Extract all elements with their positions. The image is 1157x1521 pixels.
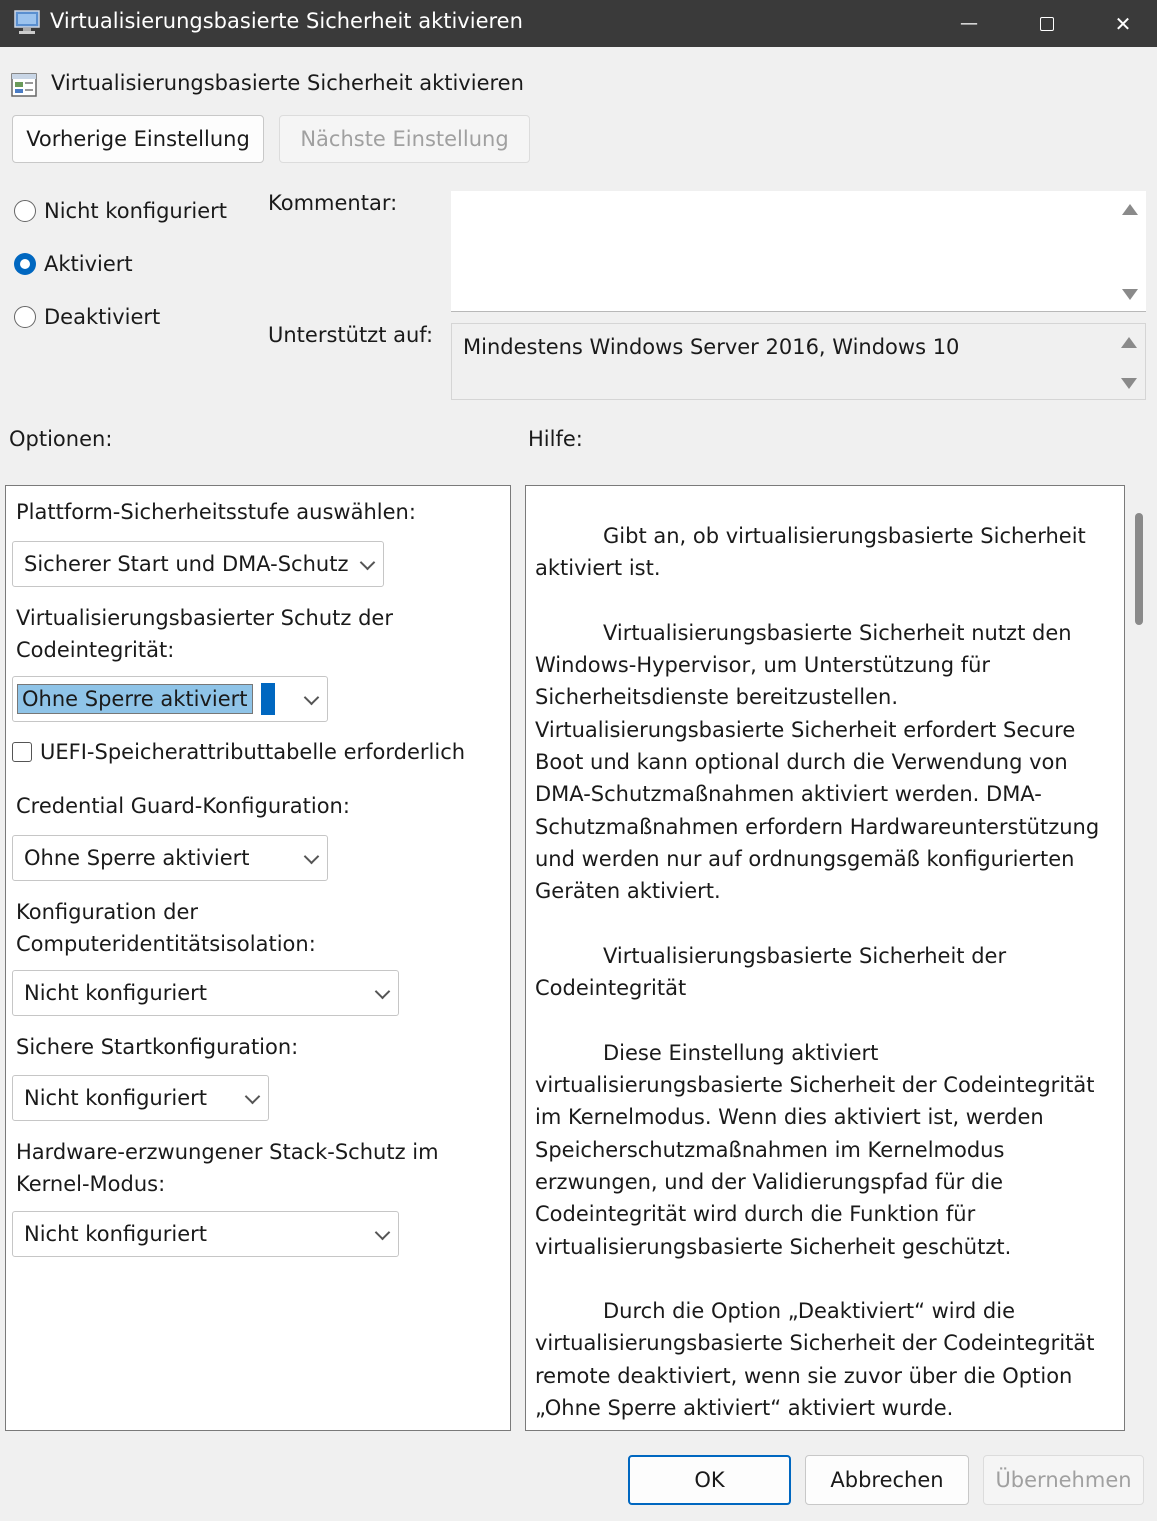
platform-security-dropdown[interactable]: Sicherer Start und DMA-Schutz (12, 541, 384, 587)
scroll-up-icon[interactable] (1122, 204, 1138, 215)
stack-protection-label: Hardware-erzwungener Stack-Schutz im Ker… (16, 1140, 439, 1196)
supported-on-field: Mindestens Windows Server 2016, Windows … (451, 323, 1146, 400)
title-bar: Virtualisierungsbasierte Sicherheit akti… (0, 0, 1157, 47)
radio-label: Deaktiviert (44, 305, 161, 329)
dropdown-value-selected: Ohne Sperre aktiviert (17, 684, 253, 714)
cancel-button[interactable]: Abbrechen (805, 1455, 969, 1505)
secure-launch-label: Sichere Startkonfiguration: (16, 1035, 299, 1059)
comment-textarea[interactable] (451, 191, 1146, 312)
selection-highlight (260, 683, 275, 715)
policy-setting-icon (10, 71, 38, 99)
radio-circle (14, 200, 36, 222)
machine-identity-label: Konfiguration der Computeridentitätsisol… (16, 900, 316, 956)
secure-launch-dropdown[interactable]: Nicht konfiguriert (12, 1075, 269, 1121)
scroll-down-icon[interactable] (1122, 289, 1138, 300)
apply-button[interactable]: Übernehmen (983, 1455, 1144, 1505)
options-panel: Plattform-Sicherheitsstufe auswählen: Si… (5, 485, 511, 1431)
policy-title: Virtualisierungsbasierte Sicherheit akti… (51, 71, 524, 95)
help-text: Gibt an, ob virtualisierungsbasierte Sic… (535, 520, 1105, 1430)
help-heading: Hilfe: (528, 427, 583, 451)
help-paragraph: Virtualisierungsbasierte Sicherheit der … (535, 943, 1007, 1001)
dropdown-value: Nicht konfiguriert (24, 1222, 208, 1246)
radio-circle-checked (14, 253, 36, 275)
scroll-up-icon[interactable] (1121, 337, 1137, 348)
code-integrity-dropdown[interactable]: Ohne Sperre aktiviert (12, 676, 328, 722)
radio-circle (14, 306, 36, 328)
scroll-down-icon[interactable] (1121, 378, 1137, 389)
options-heading: Optionen: (9, 427, 113, 451)
maximize-button[interactable] (1009, 0, 1085, 47)
help-paragraph: Diese Einstellung aktiviert virtualisier… (535, 1040, 1095, 1259)
chevron-down-icon (374, 983, 391, 1000)
close-button[interactable]: ✕ (1085, 0, 1157, 47)
supported-on-label: Unterstützt auf: (268, 323, 434, 347)
maximize-icon (1040, 16, 1054, 31)
chevron-down-icon (303, 689, 320, 706)
chevron-down-icon (374, 1224, 391, 1241)
previous-setting-button[interactable]: Vorherige Einstellung (12, 115, 264, 163)
radio-label: Aktiviert (44, 252, 133, 276)
radio-not-configured[interactable]: Nicht konfiguriert (14, 199, 227, 223)
help-paragraph: Gibt an, ob virtualisierungsbasierte Sic… (535, 524, 1086, 581)
radio-enabled[interactable]: Aktiviert (14, 252, 133, 276)
chevron-down-icon (244, 1088, 261, 1105)
uefi-checkbox[interactable]: UEFI-Speicherattributtabelle erforderlic… (12, 740, 465, 764)
ok-button[interactable]: OK (628, 1455, 791, 1505)
code-integrity-label: Virtualisierungsbasierter Schutz der Cod… (16, 606, 393, 662)
help-paragraph: Durch die Option „Deaktiviert“ wird die … (535, 1299, 1095, 1421)
dropdown-value: Ohne Sperre aktiviert (24, 846, 250, 870)
checkbox-label: UEFI-Speicherattributtabelle erforderlic… (40, 740, 466, 764)
minimize-icon: — (960, 13, 978, 34)
window-title: Virtualisierungsbasierte Sicherheit akti… (50, 9, 523, 33)
platform-security-label: Plattform-Sicherheitsstufe auswählen: (16, 500, 416, 524)
radio-label: Nicht konfiguriert (44, 199, 228, 223)
next-setting-button[interactable]: Nächste Einstellung (279, 115, 530, 163)
chevron-down-icon (303, 848, 320, 865)
help-scrollbar-thumb[interactable] (1135, 513, 1143, 625)
chevron-down-icon (359, 554, 376, 571)
machine-identity-dropdown[interactable]: Nicht konfiguriert (12, 970, 399, 1016)
comment-label: Kommentar: (268, 191, 398, 215)
credential-guard-label: Credential Guard-Konfiguration: (16, 794, 350, 818)
minimize-button[interactable]: — (931, 0, 1007, 47)
credential-guard-dropdown[interactable]: Ohne Sperre aktiviert (12, 835, 328, 881)
stack-protection-dropdown[interactable]: Nicht konfiguriert (12, 1211, 399, 1257)
radio-disabled[interactable]: Deaktiviert (14, 305, 160, 329)
supported-on-value: Mindestens Windows Server 2016, Windows … (463, 335, 960, 359)
dropdown-value: Nicht konfiguriert (24, 1086, 208, 1110)
help-panel: Gibt an, ob virtualisierungsbasierte Sic… (525, 485, 1125, 1431)
app-icon (12, 8, 42, 36)
help-paragraph: Virtualisierungsbasierte Sicherheit nutz… (535, 620, 1100, 904)
checkbox-box (12, 742, 32, 762)
dropdown-value: Sicherer Start und DMA-Schutz (24, 552, 349, 576)
dropdown-value: Nicht konfiguriert (24, 981, 208, 1005)
close-icon: ✕ (1114, 11, 1132, 36)
